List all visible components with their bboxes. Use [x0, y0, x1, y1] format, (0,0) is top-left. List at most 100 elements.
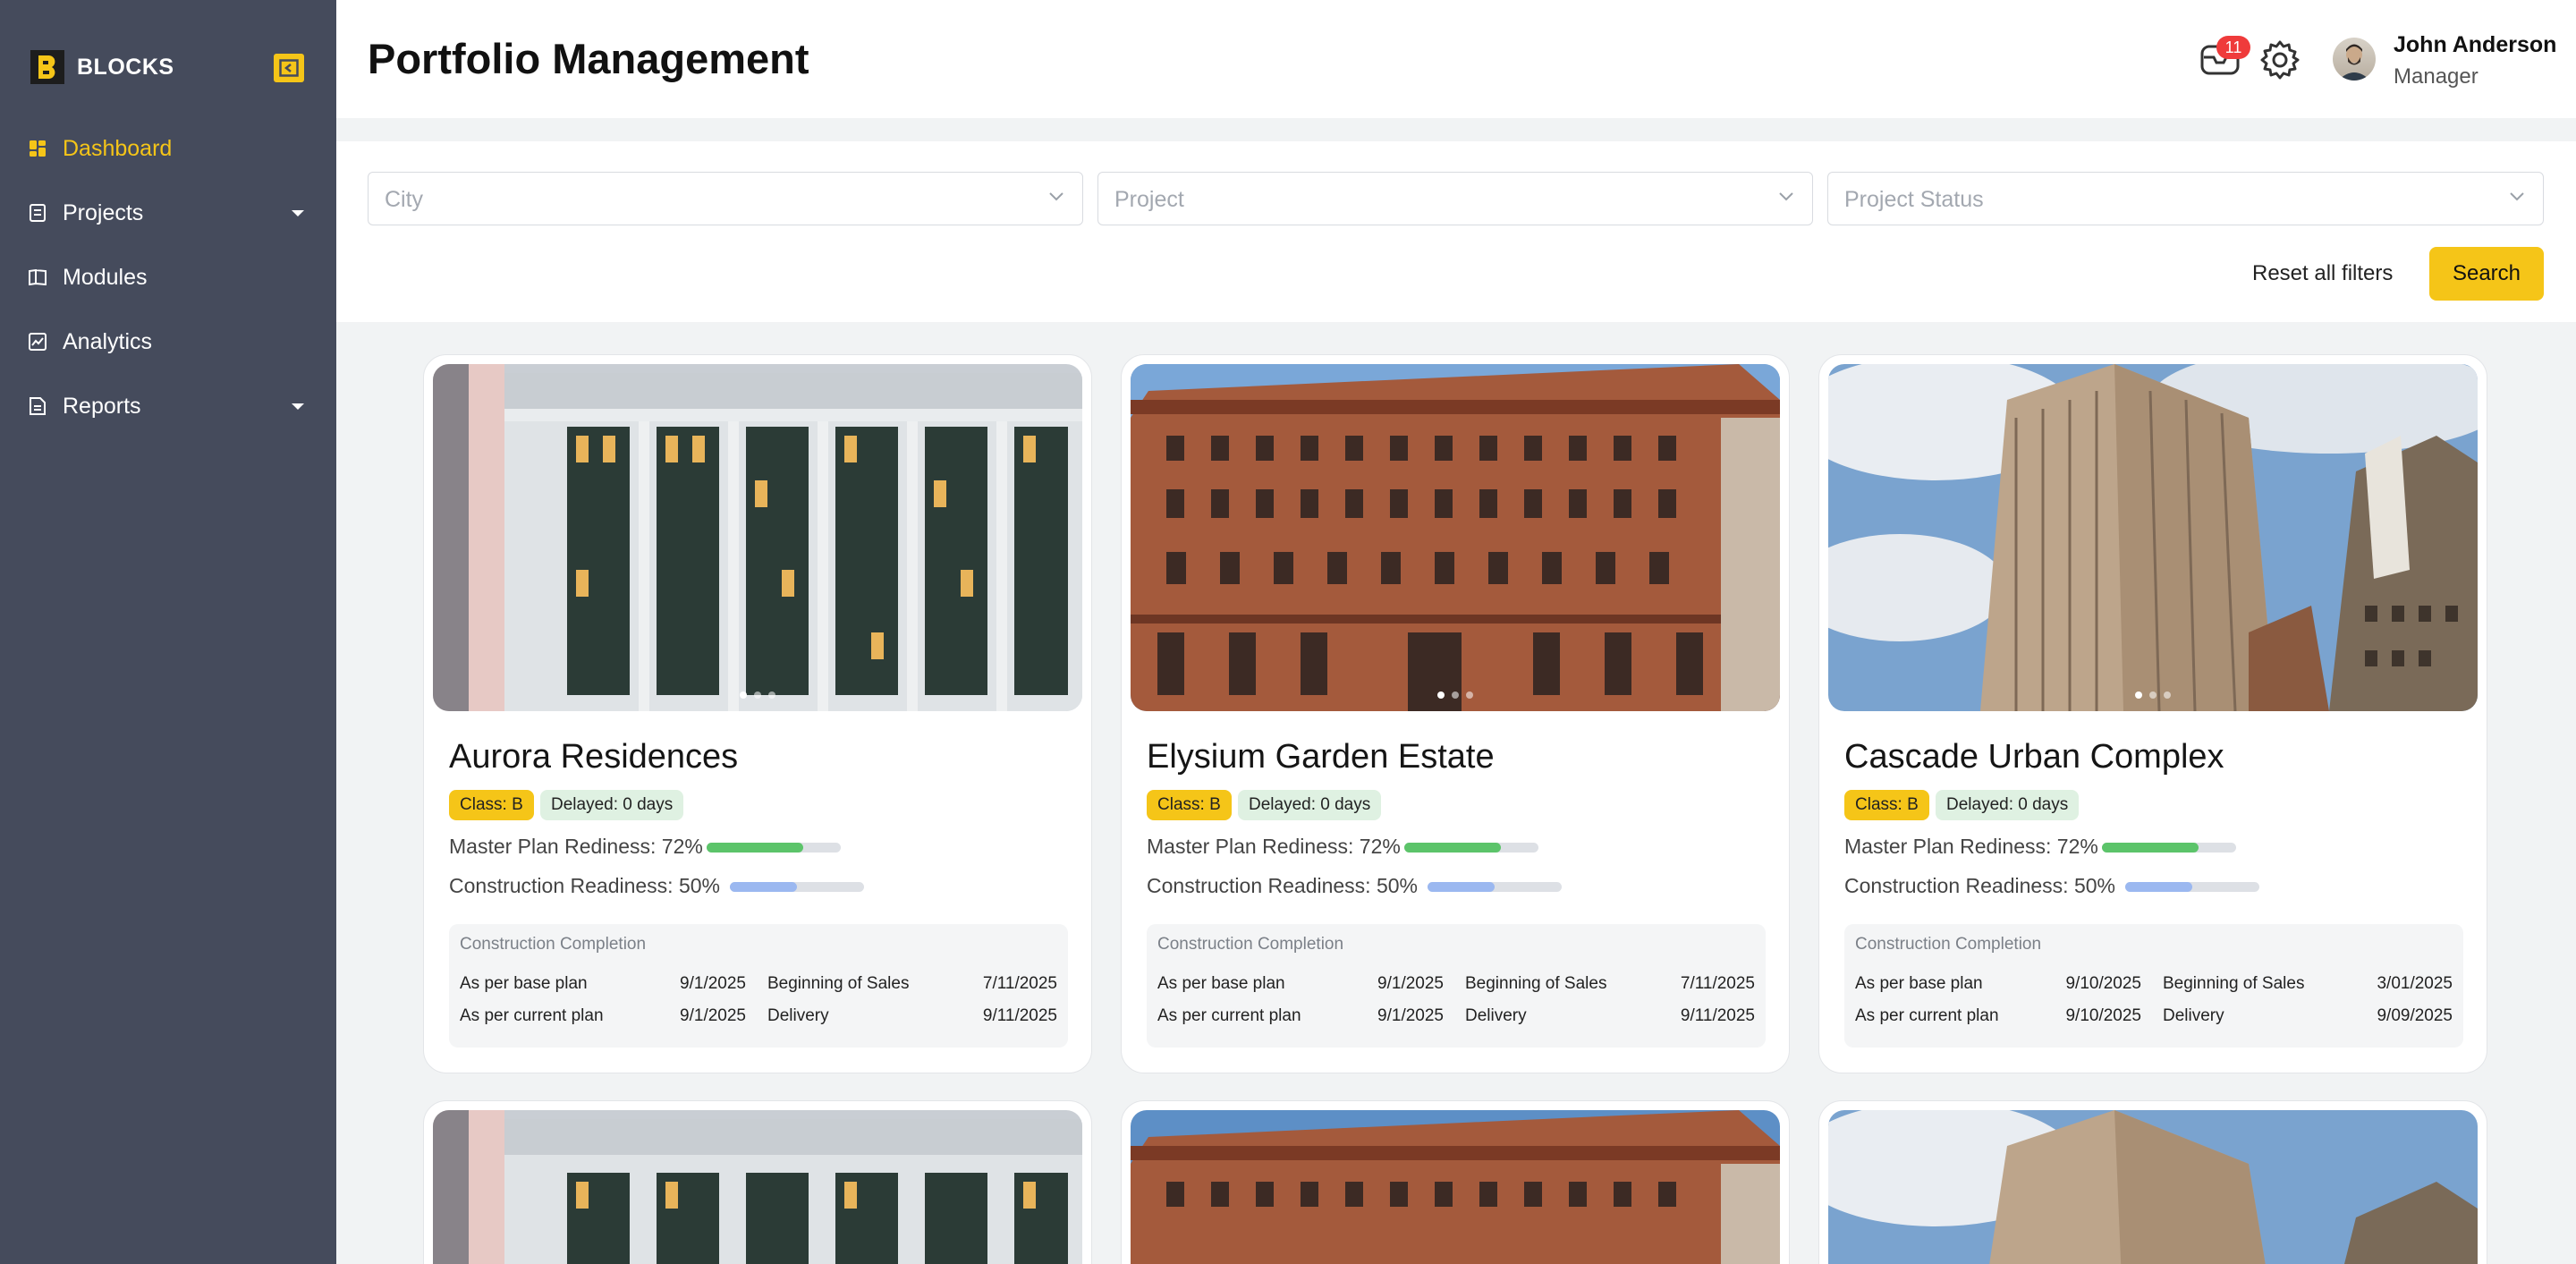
project-name: Cascade Urban Complex	[1844, 738, 2224, 776]
city-select[interactable]: City	[368, 172, 1083, 225]
collapse-icon	[279, 59, 299, 77]
carousel-dots[interactable]	[740, 691, 775, 699]
construction-progress	[2125, 882, 2259, 892]
row-date: 9/09/2025	[2377, 1006, 2453, 1025]
construction-completion: Construction Completion As per base plan…	[1147, 924, 1766, 1048]
brand[interactable]: BLOCKS	[27, 47, 174, 88]
row-date: 9/11/2025	[982, 1006, 1057, 1025]
sidebar-nav: Dashboard Projects Modules Analytics Rep…	[0, 116, 336, 438]
chevron-down-icon[interactable]	[292, 210, 304, 216]
row-label: Delivery	[767, 1006, 829, 1025]
class-badge: Class: B	[449, 790, 534, 820]
row-date: 3/01/2025	[2377, 974, 2453, 993]
project-select-placeholder: Project	[1114, 187, 1184, 212]
carousel-dots[interactable]	[2135, 691, 2171, 699]
construction-progress	[730, 882, 864, 892]
project-photo	[1131, 1110, 1780, 1264]
analytics-icon	[29, 333, 47, 351]
user-name: John Anderson	[2394, 32, 2557, 57]
project-photo	[1131, 364, 1780, 711]
delayed-badge: Delayed: 0 days	[1936, 790, 2080, 820]
sidebar-item-label: Analytics	[63, 328, 153, 354]
row-label: Beginning of Sales	[1465, 974, 1607, 993]
row-label: Delivery	[1465, 1006, 1527, 1025]
sidebar-item-dashboard[interactable]: Dashboard	[0, 116, 336, 181]
project-card-partial[interactable]	[1818, 1100, 2487, 1264]
row-label: As per current plan	[460, 1006, 604, 1025]
project-card-cascade[interactable]: Cascade Urban Complex Class: B Delayed: …	[1818, 354, 2487, 1073]
top-header: Portfolio Management 11 John Anderson Ma…	[336, 0, 2576, 118]
completion-title: Construction Completion	[1157, 935, 1344, 954]
modules-icon	[29, 268, 47, 286]
master-plan-readiness: Master Plan Rediness: 72%	[449, 835, 703, 858]
project-card-elysium[interactable]: Elysium Garden Estate Class: B Delayed: …	[1121, 354, 1790, 1073]
master-plan-progress	[707, 843, 841, 853]
row-label: Delivery	[2163, 1006, 2224, 1025]
construction-readiness: Construction Readiness: 50%	[449, 874, 720, 897]
project-name: Aurora Residences	[449, 738, 739, 776]
row-label: As per base plan	[1855, 974, 1983, 993]
carousel-dots[interactable]	[1437, 691, 1473, 699]
row-date: 9/10/2025	[2065, 974, 2141, 993]
project-photo	[433, 1110, 1082, 1264]
row-date: 7/11/2025	[1680, 974, 1755, 993]
brand-name: BLOCKS	[77, 54, 174, 80]
page-title: Portfolio Management	[368, 35, 809, 82]
reports-icon	[29, 397, 47, 415]
construction-completion: Construction Completion As per base plan…	[1844, 924, 2463, 1048]
construction-readiness: Construction Readiness: 50%	[1844, 874, 2115, 897]
sidebar-item-label: Dashboard	[63, 135, 173, 161]
master-plan-progress	[2102, 843, 2236, 853]
construction-readiness: Construction Readiness: 50%	[1147, 874, 1418, 897]
master-plan-progress	[1404, 843, 1538, 853]
search-button[interactable]: Search	[2429, 247, 2544, 301]
master-plan-readiness: Master Plan Rediness: 72%	[1147, 835, 1401, 858]
avatar[interactable]	[2333, 38, 2376, 81]
chevron-down-icon	[2510, 192, 2524, 201]
row-label: As per base plan	[460, 974, 588, 993]
sidebar-item-reports[interactable]: Reports	[0, 374, 336, 438]
sidebar: BLOCKS Dashboard Projects Modules Analyt…	[0, 0, 336, 1264]
gear-icon[interactable]	[2259, 39, 2301, 81]
sidebar-item-projects[interactable]: Projects	[0, 181, 336, 245]
chevron-down-icon[interactable]	[292, 403, 304, 410]
class-badge: Class: B	[1147, 790, 1232, 820]
project-card-partial[interactable]	[1121, 1100, 1790, 1264]
row-label: Beginning of Sales	[767, 974, 910, 993]
project-photo	[1828, 1110, 2478, 1264]
row-label: Beginning of Sales	[2163, 974, 2305, 993]
project-photo	[433, 364, 1082, 711]
row-label: As per current plan	[1157, 1006, 1301, 1025]
delayed-badge: Delayed: 0 days	[1238, 790, 1382, 820]
completion-title: Construction Completion	[1855, 935, 2042, 954]
collapse-sidebar-button[interactable]	[274, 54, 304, 82]
project-card-aurora[interactable]: Aurora Residences Class: B Delayed: 0 da…	[423, 354, 1092, 1073]
class-badge: Class: B	[1844, 790, 1929, 820]
row-label: As per base plan	[1157, 974, 1285, 993]
project-select[interactable]: Project	[1097, 172, 1813, 225]
chevron-down-icon	[1779, 192, 1793, 201]
project-status-select[interactable]: Project Status	[1827, 172, 2544, 225]
project-photo	[1828, 364, 2478, 711]
project-status-select-placeholder: Project Status	[1844, 187, 1984, 212]
row-date: 9/1/2025	[1377, 1006, 1444, 1025]
row-date: 9/1/2025	[680, 1006, 746, 1025]
user-role: Manager	[2394, 64, 2479, 89]
reset-filters-link[interactable]: Reset all filters	[2252, 261, 2393, 286]
row-date: 9/10/2025	[2065, 1006, 2141, 1025]
sidebar-item-modules[interactable]: Modules	[0, 245, 336, 310]
sidebar-item-analytics[interactable]: Analytics	[0, 310, 336, 374]
construction-progress	[1428, 882, 1562, 892]
project-card-partial[interactable]	[423, 1100, 1092, 1264]
row-date: 7/11/2025	[982, 974, 1057, 993]
sidebar-item-label: Modules	[63, 264, 148, 290]
completion-title: Construction Completion	[460, 935, 647, 954]
row-label: As per current plan	[1855, 1006, 1999, 1025]
sidebar-item-label: Projects	[63, 199, 144, 225]
city-select-placeholder: City	[385, 187, 424, 212]
chevron-down-icon	[1049, 192, 1063, 201]
row-date: 9/11/2025	[1680, 1006, 1755, 1025]
filter-panel: City Project Project Status Reset all fi…	[336, 141, 2576, 322]
master-plan-readiness: Master Plan Rediness: 72%	[1844, 835, 2098, 858]
construction-completion: Construction Completion As per base plan…	[449, 924, 1068, 1048]
